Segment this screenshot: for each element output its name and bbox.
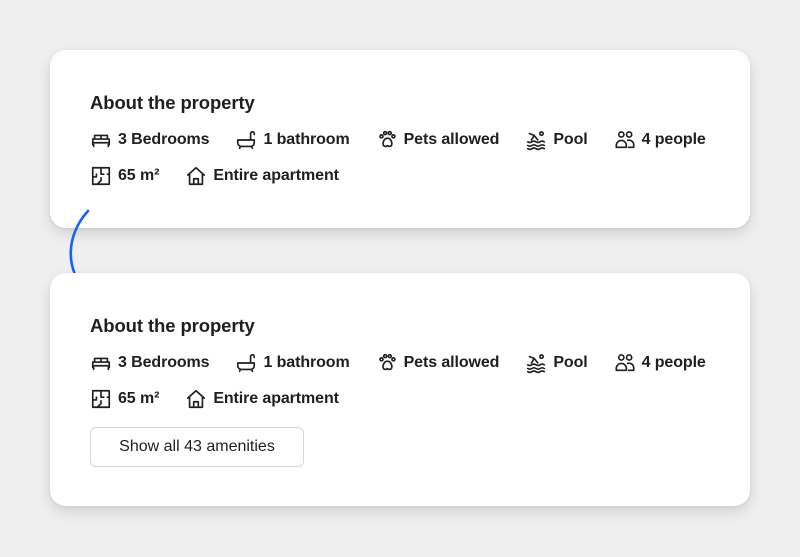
- people-icon: [614, 352, 636, 374]
- amenity-label: Pool: [553, 131, 588, 148]
- floorplan-icon: [90, 388, 112, 410]
- bathtub-icon: [235, 352, 257, 374]
- paw-icon: [376, 352, 398, 374]
- house-icon: [185, 388, 207, 410]
- property-card-expanded: About the property 3 Bedrooms 1 bathroom…: [50, 273, 750, 506]
- amenity-type: Entire apartment: [185, 165, 339, 187]
- amenity-bathroom: 1 bathroom: [235, 129, 350, 151]
- amenity-pets: Pets allowed: [376, 352, 500, 374]
- pool-icon: [525, 129, 547, 151]
- amenities-row-1: 3 Bedrooms 1 bathroom Pets allowed Pool …: [90, 352, 732, 374]
- amenity-label: 4 people: [641, 131, 706, 148]
- amenity-people: 4 people: [614, 129, 706, 151]
- amenity-label: 1 bathroom: [263, 131, 350, 148]
- amenity-area: 65 m²: [90, 165, 159, 187]
- amenity-label: 3 Bedrooms: [118, 131, 210, 148]
- bathtub-icon: [235, 129, 257, 151]
- amenity-label: 65 m²: [118, 390, 160, 407]
- amenity-bedrooms: 3 Bedrooms: [90, 352, 210, 374]
- property-card-collapsed: About the property 3 Bedrooms 1 bathroom…: [50, 50, 750, 228]
- amenity-label: 1 bathroom: [263, 354, 350, 371]
- amenity-people: 4 people: [614, 352, 706, 374]
- amenity-label: Pool: [553, 354, 588, 371]
- amenity-pets: Pets allowed: [376, 129, 500, 151]
- amenity-type: Entire apartment: [185, 388, 339, 410]
- paw-icon: [376, 129, 398, 151]
- section-title: About the property: [90, 92, 255, 113]
- section-title: About the property: [90, 315, 255, 336]
- amenities-row-2: 65 m² Entire apartment: [90, 165, 365, 187]
- amenity-label: 3 Bedrooms: [118, 354, 210, 371]
- house-icon: [185, 165, 207, 187]
- bed-icon: [90, 129, 112, 151]
- amenities-row-1: 3 Bedrooms 1 bathroom Pets allowed Pool …: [90, 129, 732, 151]
- amenity-label: 65 m²: [118, 167, 160, 184]
- amenity-pool: Pool: [525, 129, 588, 151]
- amenity-label: Entire apartment: [213, 390, 339, 407]
- amenity-bedrooms: 3 Bedrooms: [90, 129, 210, 151]
- pool-icon: [525, 352, 547, 374]
- amenity-pool: Pool: [525, 352, 588, 374]
- bed-icon: [90, 352, 112, 374]
- people-icon: [614, 129, 636, 151]
- amenity-label: Pets allowed: [403, 131, 500, 148]
- floorplan-icon: [90, 165, 112, 187]
- amenity-bathroom: 1 bathroom: [235, 352, 350, 374]
- amenities-row-2: 65 m² Entire apartment: [90, 388, 365, 410]
- amenity-label: 4 people: [641, 354, 706, 371]
- amenity-label: Entire apartment: [213, 167, 339, 184]
- show-all-amenities-button[interactable]: Show all 43 amenities: [90, 427, 304, 467]
- amenity-label: Pets allowed: [403, 354, 500, 371]
- amenity-area: 65 m²: [90, 388, 159, 410]
